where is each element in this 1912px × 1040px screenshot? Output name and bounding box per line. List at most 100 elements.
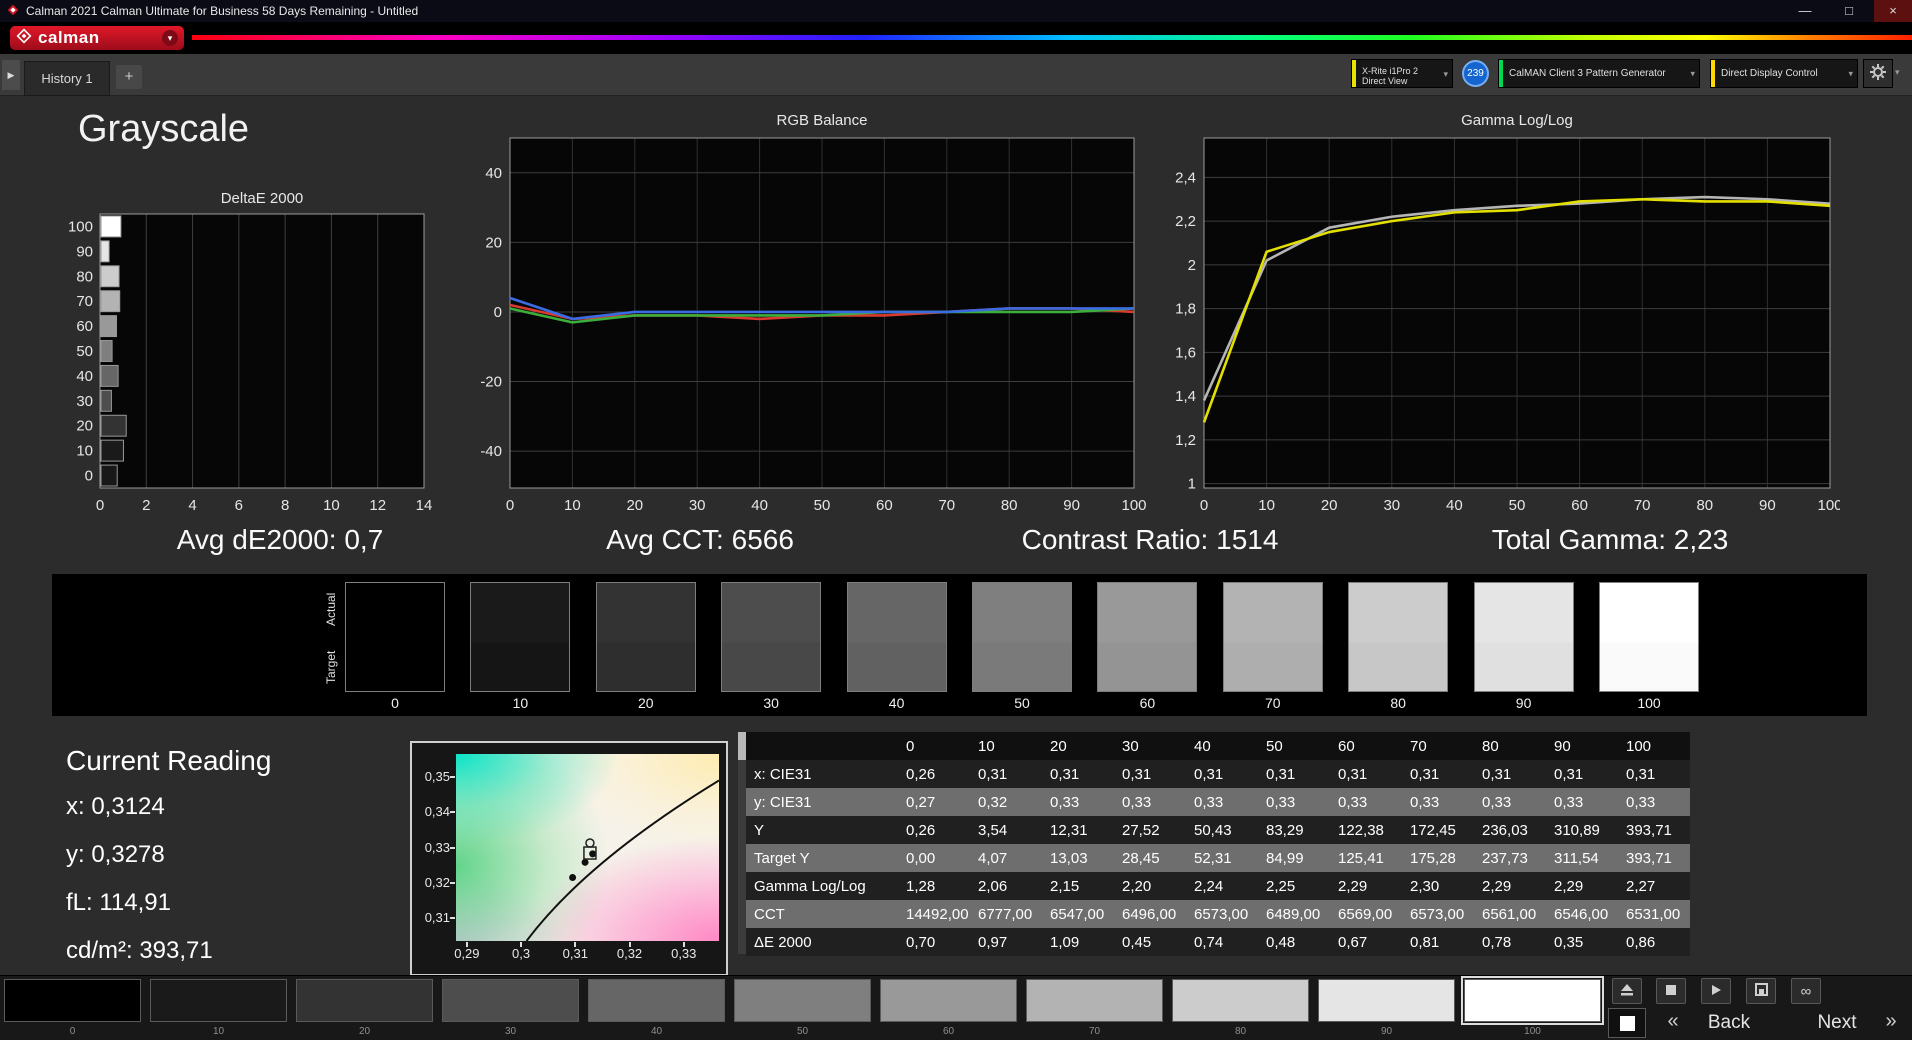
pattern-preview-frame (1608, 1008, 1646, 1038)
table-col-header: 60 (1338, 737, 1355, 755)
stat-avg-cct: Avg CCT: 6566 (606, 524, 794, 555)
forward-fast-chevron-icon[interactable]: » (1878, 1010, 1904, 1033)
cie-x-tick-label: 0,29 (454, 946, 480, 961)
settings-chevron-icon[interactable]: ▾ (1895, 67, 1900, 78)
actual-row-label: Actual (324, 592, 338, 626)
table-cell: 0,27 (906, 793, 936, 811)
table-col-header: 70 (1410, 737, 1427, 755)
pattern-button-0[interactable] (4, 979, 141, 1022)
table-cell: 6496,00 (1122, 905, 1177, 923)
continuous-measure-button[interactable]: ∞ (1791, 978, 1821, 1004)
pattern-button-30[interactable] (442, 979, 579, 1022)
table-cell: 393,71 (1626, 821, 1672, 839)
back-fast-chevron-icon[interactable]: « (1660, 1010, 1686, 1033)
svg-text:30: 30 (76, 393, 93, 410)
pattern-slot: 100 (1461, 976, 1604, 1037)
pattern-button-70[interactable] (1026, 979, 1163, 1022)
pattern-button-60[interactable] (880, 979, 1017, 1022)
close-button[interactable]: × (1874, 0, 1912, 22)
pattern-button-label: 90 (1380, 1026, 1393, 1037)
pattern-button-10[interactable] (150, 979, 287, 1022)
pattern-button-100[interactable] (1461, 976, 1604, 1025)
table-cell: 1,28 (906, 877, 936, 895)
tabbar: ▶ History 1 + X-Rite i1Pro 2 Direct View… (0, 54, 1912, 96)
display-control-button[interactable]: Direct Display Control ▾ (1710, 59, 1858, 88)
table-row: Target Y 0,00 4,07 13,03 28,45 52,31 84,99 125,… (746, 844, 1690, 872)
pattern-generator-button[interactable]: CalMAN Client 3 Pattern Generator ▾ (1498, 59, 1700, 88)
minimize-button[interactable]: — (1786, 0, 1824, 22)
rainbow-divider (192, 35, 1912, 40)
play-button[interactable] (1701, 978, 1731, 1004)
tab-scroll-button[interactable]: ▶ (2, 60, 20, 90)
grayscale-swatch-70 (1222, 582, 1323, 692)
stop-button[interactable] (1656, 978, 1686, 1004)
svg-text:30: 30 (689, 497, 706, 514)
current-reading-panel: Current Reading x: 0,3124 y: 0,3278 fL: … (66, 745, 271, 985)
tab-history-1[interactable]: History 1 (24, 61, 110, 96)
pattern-button-40[interactable] (588, 979, 725, 1022)
pattern-button-20[interactable] (296, 979, 433, 1022)
swatch-level-label: 60 (1139, 695, 1156, 711)
svg-text:80: 80 (76, 268, 93, 285)
cie-y-tick-label: 0,32 (424, 874, 450, 890)
table-cell: 83,29 (1266, 821, 1304, 839)
table-cell: 2,20 (1122, 877, 1152, 895)
calman-menu-button[interactable]: calman ▾ (10, 26, 184, 50)
pattern-slot: 60 (880, 979, 1017, 1037)
table-cell: 6777,00 (978, 905, 1033, 923)
svg-text:20: 20 (626, 497, 643, 514)
swatch-level-label: 40 (888, 695, 905, 711)
pattern-slot: 50 (734, 979, 871, 1037)
reading-cdm2: cd/m²: 393,71 (66, 937, 213, 964)
stat-contrast-ratio: Contrast Ratio: 1514 (1021, 524, 1279, 555)
svg-text:40: 40 (485, 165, 502, 182)
capture-button[interactable] (1746, 978, 1776, 1004)
pattern-button-label: 0 (69, 1026, 76, 1037)
svg-text:-40: -40 (480, 443, 502, 460)
next-button[interactable]: Next (1800, 1009, 1874, 1037)
gamma-chart-title: Gamma Log/Log (1461, 112, 1573, 129)
pattern-window-button[interactable] (1612, 978, 1642, 1004)
measurement-table-area: 0 10 20 30 40 50 60 70 80 90 100 x: CIE31 0,26 0,31 0,… (738, 732, 1690, 956)
display-control-status-stripe (1711, 60, 1715, 87)
pattern-button-label: 100 (1524, 1026, 1541, 1037)
pattern-button-90[interactable] (1318, 979, 1455, 1022)
table-cell: 14492,00 (906, 905, 969, 923)
pattern-button-label: 30 (504, 1026, 517, 1037)
logo-menu-chevron-icon[interactable]: ▾ (162, 30, 178, 46)
grayscale-swatch-60 (1097, 582, 1198, 692)
pattern-button-50[interactable] (734, 979, 871, 1022)
pattern-slot: 30 (442, 979, 579, 1037)
reading-count-badge[interactable]: 239 (1462, 60, 1489, 87)
meter-device-button[interactable]: X-Rite i1Pro 2 Direct View ▾ (1351, 59, 1453, 88)
titlebar: Calman 2021 Calman Ultimate for Business… (0, 0, 1912, 22)
pattern-button-80[interactable] (1172, 979, 1309, 1022)
svg-text:30: 30 (1383, 497, 1400, 514)
svg-text:12: 12 (369, 497, 386, 514)
svg-text:20: 20 (76, 418, 93, 435)
pattern-button-label: 20 (358, 1026, 371, 1037)
table-cell: 0,33 (1266, 793, 1296, 811)
table-scrollbar[interactable] (738, 732, 746, 954)
cie-x-tick-label: 0,33 (671, 946, 697, 961)
table-cell: 6573,00 (1410, 905, 1465, 923)
cie-x-tick (682, 942, 685, 947)
table-cell: 0,81 (1410, 933, 1440, 951)
table-cell: 84,99 (1266, 849, 1304, 867)
svg-text:20: 20 (1321, 497, 1338, 514)
table-scrollbar-thumb[interactable] (738, 732, 746, 760)
maximize-button[interactable]: □ (1830, 0, 1868, 22)
settings-button[interactable] (1863, 59, 1893, 88)
svg-text:4: 4 (188, 497, 196, 514)
back-button[interactable]: Back (1692, 1009, 1766, 1037)
table-cell: 0,70 (906, 933, 936, 951)
svg-text:0: 0 (85, 468, 93, 485)
grayscale-swatch-80 (1348, 582, 1449, 692)
table-cell: 237,73 (1482, 849, 1528, 867)
app-icon (6, 3, 20, 20)
cie-y-tick (450, 775, 455, 778)
table-cell: 6489,00 (1266, 905, 1321, 923)
swatch-level-label: 0 (391, 695, 399, 711)
add-tab-button[interactable]: + (116, 65, 142, 89)
table-cell: 28,45 (1122, 849, 1160, 867)
